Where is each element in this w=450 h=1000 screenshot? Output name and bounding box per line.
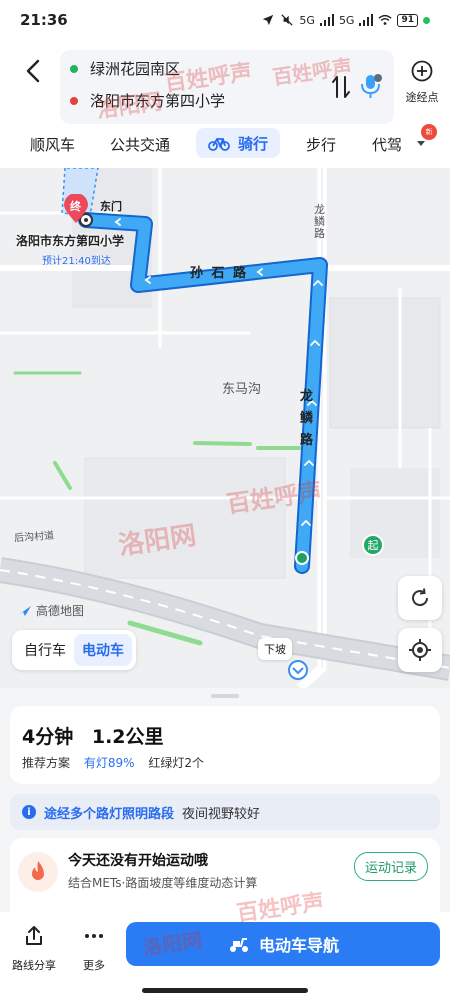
start-dot-icon	[70, 64, 78, 73]
privacy-dot	[423, 16, 430, 24]
end-point-text: 洛阳市东方第四小学	[90, 92, 226, 110]
vehicle-option-bicycle[interactable]: 自行车	[16, 634, 74, 666]
destination-eta: 预计21:40到达	[42, 256, 111, 267]
start-navigation-button[interactable]: 电动车导航	[126, 922, 440, 966]
mute-icon	[281, 14, 294, 26]
road-label-longlin-small: 龙鳞路	[314, 203, 325, 240]
vehicle-option-ebike[interactable]: 电动车	[74, 634, 132, 666]
battery-indicator: 91	[397, 13, 418, 27]
tab-cycling-label: 骑行	[238, 134, 269, 153]
network-label-2: 5G	[338, 13, 355, 27]
destination-name-label[interactable]: 洛阳市东方第四小学	[16, 232, 124, 249]
notice-text: 夜间视野较好	[182, 806, 261, 822]
swap-icon[interactable]	[330, 74, 352, 100]
more-dots-icon	[85, 934, 103, 938]
route-detail-sheet: 4分钟 1.2公里 推荐方案 有灯89% 红绿灯2个 i 途经多个路灯照明路段 …	[0, 688, 450, 912]
amap-logo-icon	[17, 605, 31, 616]
downhill-label: 下坡	[258, 638, 292, 660]
locate-me-button[interactable]	[398, 628, 442, 672]
flame-icon	[18, 852, 58, 892]
notice-highlight: 途经多个路灯照明路段	[44, 806, 175, 822]
exercise-record-button[interactable]: 运动记录	[353, 852, 428, 881]
traffic-lights-count: 红绿灯2个	[148, 756, 204, 770]
start-point-field[interactable]: 绿洲花园南区	[70, 58, 180, 79]
wifi-icon	[378, 14, 393, 25]
share-label: 路线分享	[12, 959, 56, 972]
start-marker: 起	[362, 534, 384, 556]
sheet-drag-handle[interactable]	[211, 694, 239, 698]
exercise-title: 今天还没有开始运动哦	[68, 853, 208, 869]
amap-logo: 高德地图	[16, 602, 84, 619]
voice-mic-icon[interactable]	[358, 72, 384, 100]
bicycle-icon	[208, 138, 230, 151]
end-point-field[interactable]: 洛阳市东方第四小学	[70, 90, 225, 111]
signal-icon-2	[359, 14, 374, 26]
plan-label: 推荐方案	[22, 756, 71, 770]
route-distance: 1.2公里	[91, 726, 164, 748]
route-map[interactable]: 终 东门 洛阳市东方第四小学 预计21:40到达 孙 石 路 龙鳞路 龙鳞路 东…	[0, 168, 450, 688]
status-time: 21:36	[20, 11, 68, 29]
location-arrow-icon	[263, 14, 274, 26]
exercise-subtitle: 结合METs·路面坡度等维度动态计算	[68, 876, 258, 890]
bottom-action-bar: 路线分享 更多 电动车导航	[0, 912, 450, 1000]
lit-ratio: 有灯89%	[83, 756, 135, 770]
route-summary-card[interactable]: 4分钟 1.2公里 推荐方案 有灯89% 红绿灯2个	[10, 706, 440, 784]
status-icons: 5G 5G 91	[261, 13, 430, 27]
signal-icon	[319, 14, 334, 26]
tab-walking[interactable]: 步行	[306, 134, 336, 155]
tab-public-transit[interactable]: 公共交通	[110, 134, 170, 155]
chevron-down-icon[interactable]	[416, 140, 426, 148]
amap-logo-text: 高德地图	[36, 604, 85, 618]
transport-tabs: 顺风车 公共交通 骑行 步行 代驾 新	[0, 124, 450, 164]
navigate-label: 电动车导航	[258, 936, 339, 955]
new-badge: 新	[421, 124, 437, 140]
back-icon[interactable]	[18, 56, 48, 86]
info-icon: i	[22, 805, 36, 819]
home-indicator[interactable]	[142, 988, 308, 993]
route-input-box: 绿洲花园南区 洛阳市东方第四小学	[60, 50, 394, 124]
tab-designated-driver[interactable]: 代驾	[372, 134, 402, 155]
end-dot-icon	[70, 96, 78, 105]
add-circle-icon	[411, 60, 433, 82]
waypoint-label: 途经点	[405, 91, 439, 104]
more-label: 更多	[83, 959, 105, 972]
road-label-longlin: 龙鳞路	[300, 389, 314, 448]
refresh-icon	[412, 588, 429, 607]
lighting-notice: i 途经多个路灯照明路段 夜间视野较好	[10, 794, 440, 830]
share-route-button[interactable]: 路线分享	[12, 924, 56, 973]
gate-label: 东门	[100, 200, 122, 213]
more-button[interactable]: 更多	[82, 924, 106, 973]
crosshair-icon	[409, 639, 431, 661]
road-label-sunshi: 孙 石 路	[190, 266, 249, 281]
vehicle-type-toggle: 自行车 电动车	[12, 630, 136, 670]
tab-carpool[interactable]: 顺风车	[30, 134, 75, 155]
route-summary: 4分钟 1.2公里	[22, 722, 176, 749]
area-label-dongmagou: 东马沟	[222, 382, 262, 397]
route-duration: 4分钟	[22, 726, 74, 748]
route-sub-info: 推荐方案 有灯89% 红绿灯2个	[22, 754, 214, 771]
network-label-1: 5G	[299, 13, 315, 27]
route-header: 绿洲花园南区 洛阳市东方第四小学 途经点 顺风车 公共交通 骑行 步行 代驾 新	[0, 40, 450, 168]
start-point-text: 绿洲花园南区	[90, 60, 181, 78]
share-icon	[26, 926, 42, 945]
tab-cycling[interactable]: 骑行	[196, 128, 281, 158]
scooter-icon	[229, 938, 248, 952]
status-bar: 21:36 5G 5G 91	[0, 0, 450, 40]
exercise-card: 今天还没有开始运动哦 结合METs·路面坡度等维度动态计算 运动记录	[10, 838, 440, 912]
add-waypoint-button[interactable]: 途经点	[400, 60, 444, 105]
end-marker-label: 终	[70, 200, 81, 213]
refresh-route-button[interactable]	[398, 576, 442, 620]
road-label-village: 后沟村道	[13, 530, 55, 545]
